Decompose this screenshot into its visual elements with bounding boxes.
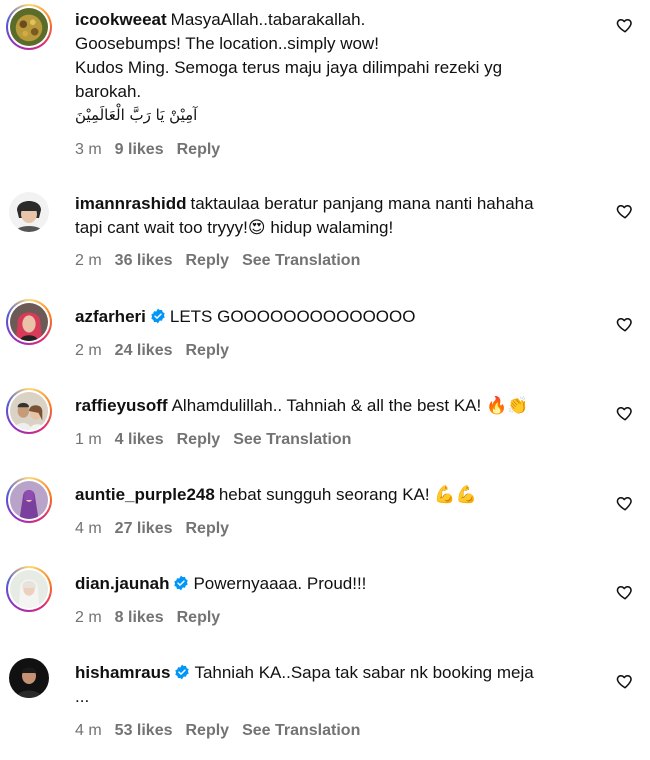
comment-time: 1 m (75, 431, 102, 448)
comment-username[interactable]: hishamraus (75, 663, 170, 682)
avatar-image (10, 392, 48, 430)
likes-count[interactable]: 24 likes (115, 342, 173, 359)
comment-text: tapi cant wait too tryyy!😍 hidup walamin… (75, 218, 394, 237)
see-translation-link[interactable]: See Translation (242, 722, 360, 739)
heart-outline-icon[interactable] (616, 494, 634, 512)
heart-outline-icon[interactable] (616, 16, 634, 34)
comment-text: Powernyaaaa. Proud!!! (193, 574, 367, 593)
see-translation-link[interactable]: See Translation (233, 431, 351, 448)
likes-count[interactable]: 9 likes (115, 141, 164, 158)
heart-outline-icon[interactable] (616, 404, 634, 422)
comment-text: Tahniah KA..Sapa tak sabar nk booking me… (194, 663, 534, 682)
comment-time: 4 m (75, 722, 102, 739)
comment-text: Alhamdulillah.. Tahniah & all the best K… (171, 396, 529, 415)
avatar[interactable] (6, 477, 52, 523)
reply-button[interactable]: Reply (177, 609, 221, 626)
avatar-image (10, 481, 48, 519)
reply-button[interactable]: Reply (186, 520, 230, 537)
reply-button[interactable]: Reply (186, 252, 230, 269)
comment-text: MasyaAllah..tabarakallah. (170, 10, 366, 29)
avatar[interactable] (6, 189, 52, 235)
verified-badge-icon (173, 575, 189, 591)
likes-count[interactable]: 4 likes (115, 431, 164, 448)
reply-button[interactable]: Reply (186, 342, 230, 359)
heart-outline-icon[interactable] (616, 202, 634, 220)
avatar[interactable] (6, 566, 52, 612)
comment-text: hebat sungguh seorang KA! 💪💪 (218, 485, 477, 504)
verified-badge-icon (174, 664, 190, 680)
comment-time: 2 m (75, 342, 102, 359)
avatar-image (9, 658, 49, 698)
likes-count[interactable]: 8 likes (115, 609, 164, 626)
reply-button[interactable]: Reply (177, 431, 221, 448)
comment-text-arabic: آمِيْنْ يَا رَبَّ الْعَالَمِيْنَ (75, 106, 198, 124)
heart-outline-icon[interactable] (616, 315, 634, 333)
likes-count[interactable]: 53 likes (115, 722, 173, 739)
avatar[interactable] (6, 299, 52, 345)
comment-text: barokah. (75, 82, 142, 101)
avatar[interactable] (6, 4, 52, 50)
comment-username[interactable]: imannrashidd (75, 194, 186, 213)
heart-outline-icon[interactable] (616, 583, 634, 601)
reply-button[interactable]: Reply (177, 141, 221, 158)
comment-text: Goosebumps! The location..simply wow! (75, 34, 379, 53)
avatar[interactable] (6, 388, 52, 434)
comment-text: LETS GOOOOOOOOOOOOOO (169, 307, 416, 326)
comment-text: ... (75, 687, 90, 706)
avatar[interactable] (6, 655, 52, 701)
likes-count[interactable]: 36 likes (115, 252, 173, 269)
comment-time: 2 m (75, 252, 102, 269)
avatar-image (10, 303, 48, 341)
verified-badge-icon (150, 308, 166, 324)
comment-username[interactable]: azfarheri (75, 307, 146, 326)
comment-username[interactable]: raffieyusoff (75, 396, 168, 415)
comment-time: 4 m (75, 520, 102, 537)
avatar-image (10, 570, 48, 608)
comment-username[interactable]: dian.jaunah (75, 574, 169, 593)
comment-username[interactable]: auntie_purple248 (75, 485, 215, 504)
comment-time: 2 m (75, 609, 102, 626)
heart-outline-icon[interactable] (616, 672, 634, 690)
likes-count[interactable]: 27 likes (115, 520, 173, 537)
comment-text: taktaulaa beratur panjang mana nanti hah… (190, 194, 534, 213)
comment-username[interactable]: icookweeat (75, 10, 167, 29)
comment-text: Kudos Ming. Semoga terus maju jaya dilim… (75, 58, 503, 77)
avatar-image (9, 192, 49, 232)
see-translation-link[interactable]: See Translation (242, 252, 360, 269)
comment-time: 3 m (75, 141, 102, 158)
reply-button[interactable]: Reply (186, 722, 230, 739)
avatar-image (10, 8, 48, 46)
